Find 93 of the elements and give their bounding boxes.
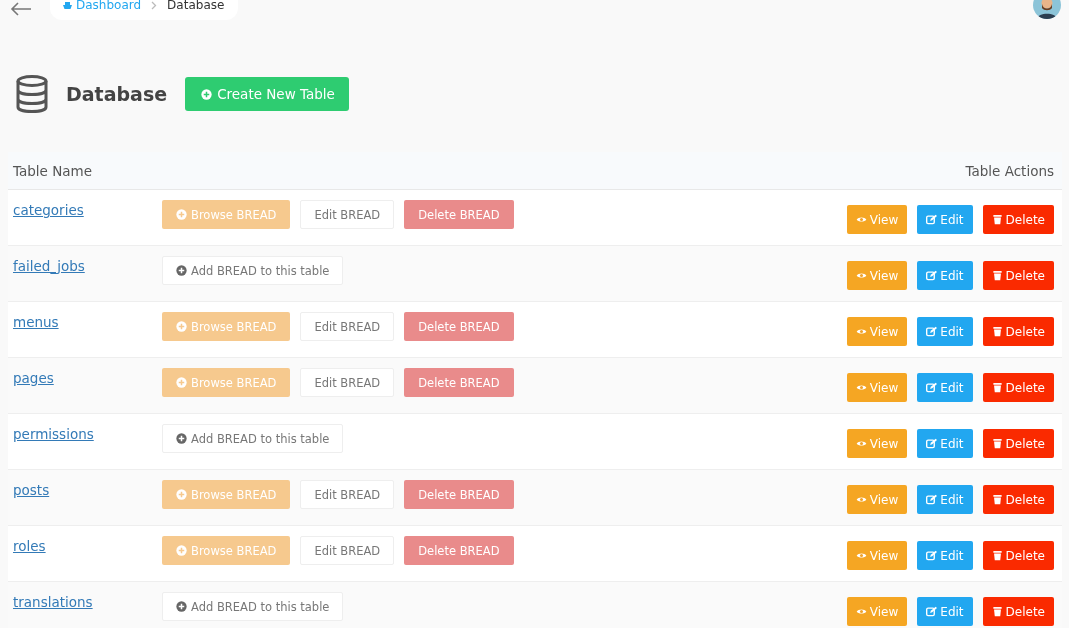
trash-icon bbox=[991, 438, 1003, 449]
edit-icon bbox=[926, 494, 938, 505]
edit-button[interactable]: Edit bbox=[917, 597, 973, 626]
browse-bread-button[interactable]: Browse BREAD bbox=[162, 312, 291, 341]
delete-button[interactable]: Delete bbox=[982, 429, 1054, 458]
delete-bread-button[interactable]: Delete BREAD bbox=[404, 480, 514, 509]
delete-button[interactable]: Delete bbox=[982, 597, 1054, 626]
trash-icon bbox=[991, 270, 1003, 281]
delete-bread-button[interactable]: Delete BREAD bbox=[404, 200, 514, 229]
table-name-link[interactable]: pages bbox=[13, 358, 162, 386]
column-header: Table Actions bbox=[965, 162, 1054, 179]
eye-icon bbox=[855, 438, 867, 449]
edit-button[interactable]: Edit bbox=[917, 261, 973, 290]
browse-bread-button[interactable]: Browse BREAD bbox=[162, 480, 291, 509]
breadcrumb-text: Database bbox=[167, 0, 225, 12]
table-name-link[interactable]: translations bbox=[13, 582, 162, 610]
edit-button[interactable]: Edit bbox=[917, 317, 973, 346]
trash-icon bbox=[991, 382, 1003, 393]
plus-circle-icon bbox=[176, 377, 187, 388]
delete-bread-button[interactable]: Delete BREAD bbox=[404, 536, 514, 565]
browse-bread-button[interactable]: Browse BREAD bbox=[162, 200, 291, 229]
page-title: Database bbox=[66, 83, 168, 105]
delete-button[interactable]: Delete bbox=[982, 317, 1054, 346]
eye-icon bbox=[855, 550, 867, 561]
table-name-link[interactable]: categories bbox=[13, 190, 162, 218]
back-arrow-icon[interactable] bbox=[10, 2, 32, 16]
table-name-link[interactable]: permissions bbox=[13, 414, 162, 442]
edit-icon bbox=[926, 270, 938, 281]
delete-button[interactable]: Delete bbox=[982, 261, 1054, 290]
edit-icon bbox=[926, 326, 938, 337]
view-button[interactable]: View bbox=[846, 597, 908, 626]
edit-bread-button[interactable]: Edit BREAD bbox=[300, 480, 395, 509]
edit-icon bbox=[926, 606, 938, 617]
trash-icon bbox=[991, 606, 1003, 617]
edit-icon bbox=[926, 438, 938, 449]
database-icon bbox=[16, 75, 48, 113]
edit-button[interactable]: Edit bbox=[917, 541, 973, 570]
column-header: Table Name bbox=[13, 162, 93, 179]
chevron-icon bbox=[151, 0, 158, 10]
view-button[interactable]: View bbox=[846, 373, 908, 402]
trash-icon bbox=[991, 214, 1003, 225]
trash-icon bbox=[991, 494, 1003, 505]
browse-bread-button[interactable]: Browse BREAD bbox=[162, 536, 291, 565]
delete-bread-button[interactable]: Delete BREAD bbox=[404, 312, 514, 341]
delete-bread-button[interactable]: Delete BREAD bbox=[404, 368, 514, 397]
create-table-button[interactable]: Create New Table bbox=[185, 77, 349, 111]
trash-icon bbox=[991, 550, 1003, 561]
view-button[interactable]: View bbox=[846, 205, 908, 234]
delete-button[interactable]: Delete bbox=[982, 373, 1054, 402]
edit-icon bbox=[926, 550, 938, 561]
plus-circle-icon bbox=[176, 545, 187, 556]
edit-bread-button[interactable]: Edit BREAD bbox=[300, 536, 395, 565]
edit-button[interactable]: Edit bbox=[917, 485, 973, 514]
table-name-link[interactable]: roles bbox=[13, 526, 162, 554]
edit-button[interactable]: Edit bbox=[917, 373, 973, 402]
edit-button[interactable]: Edit bbox=[917, 205, 973, 234]
view-button[interactable]: View bbox=[846, 261, 908, 290]
browse-bread-button[interactable]: Browse BREAD bbox=[162, 368, 291, 397]
edit-bread-button[interactable]: Edit BREAD bbox=[300, 200, 395, 229]
eye-icon bbox=[855, 270, 867, 281]
eye-icon bbox=[855, 382, 867, 393]
plus-circle-icon bbox=[176, 489, 187, 500]
add-bread-button[interactable]: Add BREAD to this table bbox=[162, 424, 344, 453]
plus-circle-icon bbox=[201, 88, 213, 100]
view-button[interactable]: View bbox=[846, 317, 908, 346]
plus-circle-icon bbox=[176, 265, 187, 276]
table-name-link[interactable]: posts bbox=[13, 470, 162, 498]
eye-icon bbox=[855, 606, 867, 617]
plus-circle-icon bbox=[176, 209, 187, 220]
view-button[interactable]: View bbox=[846, 485, 908, 514]
edit-icon bbox=[926, 382, 938, 393]
eye-icon bbox=[855, 326, 867, 337]
table-name-link[interactable]: menus bbox=[13, 302, 162, 330]
delete-button[interactable]: Delete bbox=[982, 485, 1054, 514]
trash-icon bbox=[991, 326, 1003, 337]
edit-bread-button[interactable]: Edit BREAD bbox=[300, 368, 395, 397]
edit-bread-button[interactable]: Edit BREAD bbox=[300, 312, 395, 341]
view-button[interactable]: View bbox=[846, 429, 908, 458]
delete-button[interactable]: Delete bbox=[982, 205, 1054, 234]
add-bread-button[interactable]: Add BREAD to this table bbox=[162, 256, 344, 285]
plus-circle-icon bbox=[176, 433, 187, 444]
edit-icon bbox=[926, 214, 938, 225]
delete-button[interactable]: Delete bbox=[982, 541, 1054, 570]
eye-icon bbox=[855, 494, 867, 505]
plus-circle-icon bbox=[176, 321, 187, 332]
plus-circle-icon bbox=[176, 601, 187, 612]
boat-icon bbox=[62, 0, 73, 10]
breadcrumb-link[interactable]: Dashboard bbox=[62, 0, 142, 12]
view-button[interactable]: View bbox=[846, 541, 908, 570]
table-name-link[interactable]: failed_jobs bbox=[13, 246, 162, 274]
eye-icon bbox=[855, 214, 867, 225]
edit-button[interactable]: Edit bbox=[917, 429, 973, 458]
add-bread-button[interactable]: Add BREAD to this table bbox=[162, 592, 344, 621]
